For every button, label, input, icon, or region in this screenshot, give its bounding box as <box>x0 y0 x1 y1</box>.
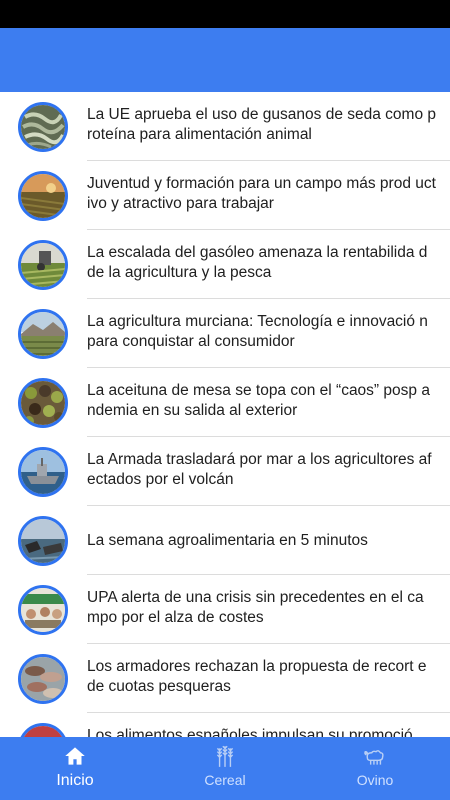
news-item[interactable]: Juventud y formación para un campo más p… <box>0 161 450 230</box>
news-title: La UE aprueba el uso de gusanos de seda … <box>87 106 436 143</box>
nav-label-cereal: Cereal <box>204 772 246 788</box>
news-title: La Armada trasladará por mar a los agric… <box>87 451 432 488</box>
news-title: Los armadores rechazan la propuesta de r… <box>87 658 427 695</box>
news-item[interactable]: La semana agroalimentaria en 5 minutos <box>0 506 450 575</box>
home-icon <box>65 747 85 765</box>
status-bar <box>0 0 450 28</box>
news-thumbnail <box>18 309 68 359</box>
news-title: La agricultura murciana: Tecnología e in… <box>87 313 428 350</box>
news-thumbnail <box>18 378 68 428</box>
nav-item-cereal[interactable]: Cereal <box>150 737 300 800</box>
news-item[interactable]: La agricultura murciana: Tecnología e in… <box>0 299 450 368</box>
news-item[interactable]: La UE aprueba el uso de gusanos de seda … <box>0 92 450 161</box>
news-thumbnail <box>18 240 68 290</box>
sheep-icon <box>364 750 384 765</box>
news-title: La semana agroalimentaria en 5 minutos <box>87 532 368 549</box>
news-thumbnail <box>18 516 68 566</box>
news-title: UPA alerta de una crisis sin precedentes… <box>87 589 424 626</box>
news-thumbnail <box>18 102 68 152</box>
news-title: La aceituna de mesa se topa con el “caos… <box>87 382 430 419</box>
news-thumbnail <box>18 723 68 737</box>
news-item[interactable]: Los alimentos españoles impulsan su prom… <box>0 713 450 737</box>
news-title: Juventud y formación para un campo más p… <box>87 175 436 212</box>
news-title: Los alimentos españoles impulsan su prom… <box>87 727 413 737</box>
news-thumbnail <box>18 171 68 221</box>
nav-item-ovino[interactable]: Ovino <box>300 737 450 800</box>
nav-label-ovino: Ovino <box>356 772 394 788</box>
news-thumbnail <box>18 447 68 497</box>
news-item[interactable]: UPA alerta de una crisis sin precedentes… <box>0 575 450 644</box>
app-bar <box>0 28 450 92</box>
news-list[interactable]: La UE aprueba el uso de gusanos de seda … <box>0 92 450 737</box>
news-item[interactable]: La escalada del gasóleo amenaza la renta… <box>0 230 450 299</box>
news-item[interactable]: Los armadores rechazan la propuesta de r… <box>0 644 450 713</box>
bottom-navigation: Inicio Cereal Ovino <box>0 737 450 800</box>
wheat-icon <box>216 745 234 767</box>
news-item[interactable]: La Armada trasladará por mar a los agric… <box>0 437 450 506</box>
news-thumbnail <box>18 585 68 635</box>
nav-item-inicio[interactable]: Inicio <box>0 737 150 800</box>
news-title: La escalada del gasóleo amenaza la renta… <box>87 244 428 281</box>
nav-label-inicio: Inicio <box>56 772 94 789</box>
news-item[interactable]: La aceituna de mesa se topa con el “caos… <box>0 368 450 437</box>
news-thumbnail <box>18 654 68 704</box>
